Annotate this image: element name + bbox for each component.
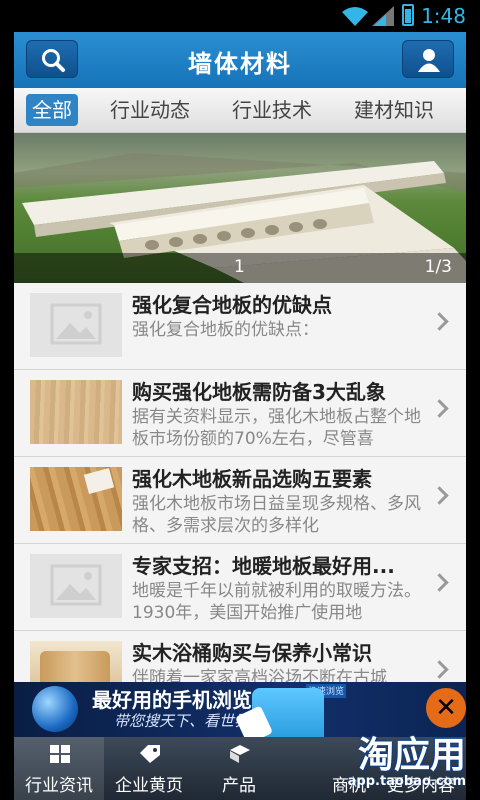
- nav-label: 产品: [222, 776, 256, 796]
- list-item[interactable]: 购买强化地板需防备3大乱象 据有关资料显示，强化木地板占整个地板市场份额的70%…: [14, 370, 466, 457]
- banner-pager: 1/3: [424, 257, 452, 277]
- nav-products[interactable]: 产品: [194, 737, 284, 800]
- image-placeholder-icon: [30, 293, 122, 357]
- chevron-right-icon: [430, 660, 449, 679]
- signal-icon: [372, 6, 394, 26]
- grid-icon: [50, 745, 70, 763]
- image-placeholder-icon: [30, 554, 122, 618]
- category-tabs: 全部 行业动态 行业技术 建材知识: [14, 88, 466, 133]
- user-button[interactable]: [402, 40, 454, 78]
- browser-globe-icon: [32, 686, 78, 732]
- banner-current-index: 1: [234, 257, 245, 277]
- item-title: 强化木地板新品选购五要素: [132, 467, 372, 491]
- item-summary: 地暖是千年以前就被利用的取暖方法。1930年，美国开始推广使用地: [132, 581, 421, 623]
- tag-icon: [140, 745, 160, 763]
- wifi-icon: [342, 7, 368, 26]
- banner-caption-bar: 1 1/3: [14, 253, 466, 283]
- tab-material-knowledge[interactable]: 建材知识: [348, 94, 440, 126]
- tab-all[interactable]: 全部: [26, 94, 78, 126]
- wood-texture-thumbnail: [30, 380, 122, 444]
- item-summary: 强化复合地板的优缺点：: [132, 320, 319, 340]
- tab-industry-tech[interactable]: 行业技术: [226, 94, 318, 126]
- list-item[interactable]: 强化木地板新品选购五要素 强化木地板市场日益呈现多规格、多风格、多需求层次的多样…: [14, 457, 466, 544]
- ad-title: 最好用的手机浏览器: [92, 688, 272, 712]
- app-window: 墙体材料 全部 行业动态 行业技术 建材知识 1 1/3 强化复合地板的优缺点 …: [14, 32, 466, 800]
- item-title: 强化复合地板的优缺点: [132, 293, 332, 317]
- list-item[interactable]: 专家支招：地暖地板最好用... 地暖是千年以前就被利用的取暖方法。1930年，美…: [14, 544, 466, 631]
- item-title: 购买强化地板需防备3大乱象: [132, 380, 386, 404]
- ad-slogan: 带您搜天下、看世界: [114, 712, 250, 730]
- list-item[interactable]: 强化复合地板的优缺点 强化复合地板的优缺点：: [14, 283, 466, 370]
- article-list: 强化复合地板的优缺点 强化复合地板的优缺点： 购买强化地板需防备3大乱象 据有关…: [14, 283, 466, 718]
- status-bar: 1:48: [0, 0, 480, 32]
- box-icon: [230, 745, 250, 763]
- chevron-right-icon: [430, 573, 449, 592]
- page-title: 墙体材料: [188, 50, 292, 78]
- battery-icon: [402, 4, 414, 26]
- floor-photo-thumbnail: [30, 467, 122, 531]
- tab-industry-news[interactable]: 行业动态: [104, 94, 196, 126]
- nav-company-directory[interactable]: 企业黄页: [104, 737, 194, 800]
- chevron-right-icon: [430, 486, 449, 505]
- user-icon: [418, 49, 440, 72]
- nav-industry-info[interactable]: 行业资讯: [14, 737, 104, 800]
- item-summary: 强化木地板市场日益呈现多规格、多风格、多需求层次的多样化: [132, 494, 421, 536]
- banner-carousel[interactable]: 1 1/3: [14, 133, 466, 283]
- watermark-url: app.taobao.com: [347, 774, 466, 789]
- watermark-brand: 淘应用: [357, 735, 466, 776]
- item-title: 专家支招：地暖地板最好用...: [132, 554, 395, 578]
- chevron-right-icon: [430, 312, 449, 331]
- chevron-right-icon: [430, 399, 449, 418]
- nav-label: 行业资讯: [25, 776, 93, 796]
- item-summary: 据有关资料显示，强化木地板占整个地板市场份额的70%左右，尽管喜: [132, 407, 421, 449]
- clock: 1:48: [421, 4, 466, 28]
- title-bar: 墙体材料: [14, 32, 466, 88]
- taobao-watermark: 淘应用 app.taobao.com: [326, 722, 466, 800]
- item-title: 实木浴桶购买与保养小常识: [132, 641, 372, 665]
- nav-label: 企业黄页: [115, 776, 183, 796]
